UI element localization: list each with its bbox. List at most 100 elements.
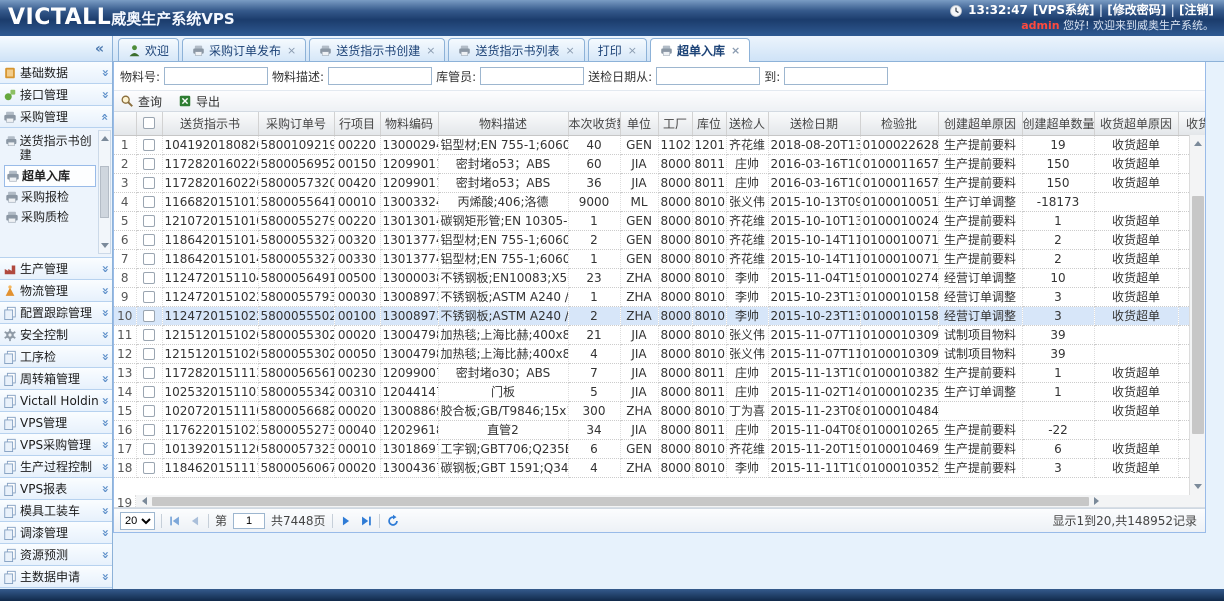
tab-欢迎[interactable]: 欢迎 [118, 38, 179, 61]
sidebar-item[interactable]: 送货指示书创建 [4, 131, 96, 165]
row-checkbox[interactable] [143, 272, 155, 284]
sidebar-item[interactable]: 超单入库 [4, 165, 96, 187]
checkbox-cell[interactable] [136, 268, 162, 287]
tab-送货指示书列表[interactable]: 送货指示书列表× [448, 38, 584, 61]
close-icon[interactable]: × [287, 44, 296, 57]
close-icon[interactable]: × [731, 44, 740, 57]
column-header[interactable]: 本次收货数 [568, 112, 620, 135]
header-link[interactable]: [修改密码] [1107, 3, 1166, 17]
page-number-input[interactable] [233, 513, 265, 529]
column-header[interactable]: 创建超单数量 [1022, 112, 1094, 135]
checkbox-cell[interactable] [136, 420, 162, 439]
table-row[interactable]: 61186420151014058000553270032013013774铝型… [114, 230, 1205, 249]
column-header[interactable]: 检验批 [860, 112, 938, 135]
checkbox-cell[interactable] [136, 211, 162, 230]
row-checkbox[interactable] [143, 424, 155, 436]
checkbox-cell[interactable] [136, 344, 162, 363]
sidebar-group[interactable]: 配置跟踪管理« [0, 302, 112, 324]
sidebar-group[interactable]: VPS报表« [0, 478, 112, 500]
tab-采购订单发布[interactable]: 采购订单发布× [182, 38, 306, 61]
column-header[interactable]: 送检人 [726, 112, 768, 135]
scroll-left-icon[interactable] [138, 497, 147, 505]
next-page-button[interactable] [339, 514, 353, 528]
first-page-button[interactable] [168, 514, 182, 528]
table-row[interactable]: 161176220151022058000552730004012029618直… [114, 420, 1205, 439]
column-header[interactable]: 收货超单原因 [1094, 112, 1178, 135]
sidebar-group[interactable]: 安全控制« [0, 324, 112, 346]
filter-input[interactable] [784, 67, 888, 85]
close-icon[interactable]: × [426, 44, 435, 57]
row-checkbox[interactable] [143, 386, 155, 398]
sidebar-group[interactable]: 生产管理« [0, 258, 112, 280]
column-header[interactable]: 收货 [1178, 112, 1205, 135]
table-row[interactable]: 181184620151111058000560670002013004367碳… [114, 458, 1205, 477]
row-checkbox[interactable] [143, 253, 155, 265]
column-header[interactable]: 送货指示书 [162, 112, 258, 135]
sidebar-item[interactable]: 采购质检 [4, 207, 96, 227]
tab-送货指示书创建[interactable]: 送货指示书创建× [309, 38, 445, 61]
scroll-up-icon[interactable] [1194, 137, 1202, 146]
sidebar-group[interactable]: 生产过程控制« [0, 456, 112, 478]
sidebar-item[interactable]: 采购报检 [4, 187, 96, 207]
sidebar-group[interactable]: Victall Holding« [0, 390, 112, 412]
checkbox-cell[interactable] [136, 287, 162, 306]
sidebar-group[interactable]: 接口管理« [0, 84, 112, 106]
table-row[interactable]: 21172820160226058000569520015012099011密封… [114, 154, 1205, 173]
refresh-button[interactable] [386, 514, 400, 528]
query-button[interactable]: 查询 [120, 93, 162, 110]
checkbox-cell[interactable] [136, 458, 162, 477]
column-header[interactable] [114, 112, 136, 135]
column-header[interactable]: 工厂 [658, 112, 692, 135]
row-checkbox[interactable] [143, 139, 155, 151]
checkbox-cell[interactable] [136, 230, 162, 249]
collapse-sidebar-button[interactable]: « [95, 41, 104, 57]
sidebar-group[interactable]: 工序检« [0, 346, 112, 368]
sidebar-group[interactable]: 周转箱管理« [0, 368, 112, 390]
sidebar-group[interactable]: VPS采购管理« [0, 434, 112, 456]
filter-input[interactable] [656, 67, 760, 85]
table-row[interactable]: 101124720151022058000555020010013008973不… [114, 306, 1205, 325]
row-checkbox[interactable] [143, 443, 155, 455]
checkbox-cell[interactable] [136, 325, 162, 344]
row-checkbox[interactable] [143, 215, 155, 227]
scroll-right-icon[interactable] [1094, 497, 1103, 505]
column-header[interactable]: 物料编码 [380, 112, 438, 135]
table-row[interactable]: 151020720151110058000566820002013008869胶… [114, 401, 1205, 420]
table-row[interactable]: 91124720151022058000557930003013008973不锈… [114, 287, 1205, 306]
horizontal-scrollbar-thumb[interactable] [152, 497, 1089, 506]
column-header[interactable]: 采购订单号 [258, 112, 334, 135]
checkbox-cell[interactable] [136, 135, 162, 154]
row-checkbox[interactable] [143, 462, 155, 474]
tab-超单入库[interactable]: 超单入库× [650, 38, 750, 62]
submenu-scrollbar-thumb[interactable] [100, 166, 109, 218]
column-header[interactable]: 创建超单原因 [938, 112, 1022, 135]
sidebar-group[interactable]: 主数据申请« [0, 566, 112, 588]
checkbox-cell[interactable] [136, 306, 162, 325]
close-icon[interactable]: × [566, 44, 575, 57]
horizontal-scrollbar[interactable] [136, 495, 1205, 507]
row-checkbox[interactable] [143, 177, 155, 189]
checkbox-cell[interactable] [136, 192, 162, 211]
row-checkbox[interactable] [143, 291, 155, 303]
table-row[interactable]: 111215120151026058000553020002013004798加… [114, 325, 1205, 344]
row-checkbox[interactable] [143, 158, 155, 170]
tab-打印[interactable]: 打印× [588, 38, 647, 61]
row-checkbox[interactable] [143, 329, 155, 341]
table-row[interactable]: 131172820151113058000565610023012099007密… [114, 363, 1205, 382]
table-row[interactable]: 31172820160226058000573200042012099011密封… [114, 173, 1205, 192]
checkbox-cell[interactable] [136, 382, 162, 401]
table-row[interactable]: 71186420151014058000553270033013013774铝型… [114, 249, 1205, 268]
scroll-down-icon[interactable] [1194, 484, 1202, 493]
sidebar-group[interactable]: 调漆管理« [0, 522, 112, 544]
sidebar-group[interactable]: 基础数据« [0, 62, 112, 84]
filter-input[interactable] [480, 67, 584, 85]
select-all-checkbox[interactable] [143, 117, 155, 129]
checkbox-cell[interactable] [136, 401, 162, 420]
scroll-down-icon[interactable] [101, 243, 109, 252]
filter-input[interactable] [164, 67, 268, 85]
row-checkbox[interactable] [143, 367, 155, 379]
close-icon[interactable]: × [628, 44, 637, 57]
row-checkbox[interactable] [143, 348, 155, 360]
checkbox-cell[interactable] [136, 173, 162, 192]
scroll-up-icon[interactable] [101, 132, 109, 141]
